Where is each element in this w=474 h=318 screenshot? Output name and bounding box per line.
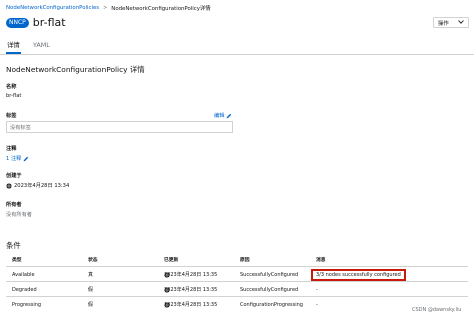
condition-updated-value: 2023年4月28日 13:35 [164,272,218,278]
conditions-table-header: 类型 状态 已更新 原因 消息 [6,256,468,264]
owner-value: 没有所有者 [6,212,32,218]
owner-label: 所有者 [6,202,22,208]
page-header: NNCP br-flat [6,16,66,29]
condition-reason: SuccessfullyConfigured [240,286,299,293]
labels-label: 标签 [6,113,17,119]
actions-dropdown-button[interactable]: 操作 [433,17,469,28]
watermark: CSDN @dawnsky.liu [412,307,462,313]
name-value: br-flat [6,93,22,99]
breadcrumb: NodeNetworkConfigurationPolicies > NodeN… [6,4,211,12]
pencil-icon [226,113,232,118]
breadcrumb-separator: > [103,5,108,11]
chevron-down-icon [458,19,464,26]
condition-type: Degraded [12,286,37,293]
labels-empty-text: 没有标签 [10,124,31,131]
breadcrumb-link-policies[interactable]: NodeNetworkConfigurationPolicies [6,5,99,11]
column-header-reason: 原因 [240,258,250,263]
column-header-updated: 已更新 [164,258,179,263]
created-label: 创建于 [6,173,22,179]
tab-details[interactable]: 详情 [6,41,21,54]
condition-reason: ConfigurationProgressing [240,301,303,308]
condition-type: Available [12,271,35,278]
globe-icon [6,182,12,189]
condition-reason: SuccessfullyConfigured [240,271,299,278]
edit-labels-text: 编辑 [214,113,225,119]
tab-bar: 详情 YAML [0,39,474,55]
column-header-status: 状态 [88,258,98,263]
annotations-label: 注释 [6,146,17,152]
condition-message-highlight: 3/3 nodes successfully configured [311,268,406,281]
condition-status: 假 [88,287,94,293]
annotations-link[interactable]: 1 注释 [6,155,29,162]
labels-field: 没有标签 [6,121,233,133]
details-section-title: NodeNetworkConfigurationPolicy 详情 [6,65,145,74]
condition-updated-value: 2023年4月28日 13:35 [164,302,218,308]
column-header-type: 类型 [12,258,22,263]
created-value: 2023年4月28日 13:34 [14,183,70,189]
condition-updated-value: 2023年4月28日 13:35 [164,287,218,293]
page-title: br-flat [32,16,66,29]
condition-status: 真 [88,272,94,278]
conditions-title: 条件 [6,241,21,250]
table-row: Progressing 假 2023年4月28日 13:35 Configura… [6,296,468,311]
condition-message: - [316,301,318,308]
created-timestamp: 2023年4月28日 13:34 [6,182,69,189]
condition-status: 假 [88,302,94,308]
annotations-count: 1 注释 [6,156,22,162]
condition-updated: 2023年4月28日 13:35 [164,282,217,297]
column-header-message: 消息 [316,258,326,263]
table-row: Available 真 2023年4月28日 13:35 Successfull… [6,266,468,281]
actions-label: 操作 [438,20,449,27]
tab-yaml[interactable]: YAML [32,41,51,52]
condition-updated: 2023年4月28日 13:35 [164,267,217,282]
condition-type: Progressing [12,301,42,308]
name-label: 名称 [6,84,17,90]
breadcrumb-current: NodeNetworkConfigurationPolicy详情 [111,6,211,12]
edit-labels-button[interactable]: 编辑 [214,112,232,119]
condition-updated: 2023年4月28日 13:35 [164,297,217,312]
condition-message: - [316,286,318,293]
table-row: Degraded 假 2023年4月28日 13:35 Successfully… [6,281,468,296]
pencil-icon [23,156,29,161]
resource-kind-badge: NNCP [6,17,29,28]
